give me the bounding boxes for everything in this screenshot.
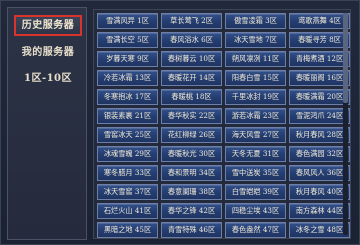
server-button[interactable]: 青雪特殊 46区 — [161, 222, 222, 238]
server-button[interactable]: 冰冬之雪 48区 — [289, 222, 350, 238]
server-button[interactable]: 草长莺飞 2区 — [161, 13, 222, 29]
server-list-scrollbar[interactable] — [343, 13, 348, 235]
server-button[interactable]: 朔风凛冽 11区 — [225, 51, 286, 67]
server-button[interactable]: 春风风人 36区 — [289, 165, 350, 181]
server-button[interactable]: 白雪皑皑 39区 — [225, 184, 286, 200]
server-button[interactable]: 春色盎然 47区 — [225, 222, 286, 238]
server-button[interactable]: 四稳尘埃 43区 — [225, 203, 286, 219]
server-button[interactable]: 冷若冰霜 13区 — [97, 70, 158, 86]
server-button[interactable]: 秋月春风 40区 — [289, 184, 350, 200]
scrollbar-thumb[interactable] — [343, 13, 348, 103]
server-button[interactable]: 银装素裹 21区 — [97, 108, 158, 124]
server-button[interactable]: 冰魂雪魄 29区 — [97, 146, 158, 162]
server-button[interactable]: 南方森林 44区 — [289, 203, 350, 219]
sidebar-item-my-servers[interactable]: 我的服务器 — [14, 42, 82, 63]
server-button[interactable]: 春暖寻芳 8区 — [289, 32, 350, 48]
server-button[interactable]: 雪满风异 1区 — [97, 13, 158, 29]
server-button[interactable]: 雪泥鸿爪 24区 — [289, 108, 350, 124]
server-button[interactable]: 海天风雪 27区 — [225, 127, 286, 143]
server-button[interactable]: 花红柳绿 26区 — [161, 127, 222, 143]
server-category-sidebar: 历史服务器 我的服务器 1区-10区 — [7, 7, 87, 240]
server-button[interactable]: 岁暮天寒 9区 — [97, 51, 158, 67]
sidebar-item-history[interactable]: 历史服务器 — [14, 15, 82, 36]
server-list-panel: 雪满风异 1区 草长莺飞 2区 傲雪凌霜 3区 鸢歌燕舞 4区雪满长空 5区 春风浴水 … — [93, 9, 351, 239]
server-button[interactable]: 春风浴水 6区 — [161, 32, 222, 48]
server-button[interactable]: 寒冬腊月 33区 — [97, 165, 158, 181]
server-button[interactable]: 雪满长空 5区 — [97, 32, 158, 48]
server-button[interactable]: 春暖满霜 20区 — [289, 89, 350, 105]
server-button[interactable]: 鸢歌燕舞 4区 — [289, 13, 350, 29]
server-button[interactable]: 雪窖冰天 25区 — [97, 127, 158, 143]
server-button[interactable]: 冰天雪窖 37区 — [97, 184, 158, 200]
server-button[interactable]: 春暖丽阁 16区 — [289, 70, 350, 86]
sidebar-item-zone-1-10[interactable]: 1区-10区 — [14, 68, 82, 89]
server-button[interactable]: 冬寒抱冰 17区 — [97, 89, 158, 105]
server-button[interactable]: 春树暮云 10区 — [161, 51, 222, 67]
server-button[interactable]: 春华秋实 22区 — [161, 108, 222, 124]
server-button[interactable]: 春暖秋光 30区 — [161, 146, 222, 162]
server-button[interactable]: 春意阑珊 38区 — [161, 184, 222, 200]
server-button[interactable]: 雪中送炭 35区 — [225, 165, 286, 181]
server-button[interactable]: 秋月春风 28区 — [289, 127, 350, 143]
server-button[interactable]: 千里冰封 19区 — [225, 89, 286, 105]
server-button[interactable]: 春暖花开 14区 — [161, 70, 222, 86]
server-button[interactable]: 春色满园 32区 — [289, 146, 350, 162]
server-grid: 雪满风异 1区 草长莺飞 2区 傲雪凌霜 3区 鸢歌燕舞 4区雪满长空 5区 春风浴水 … — [97, 13, 350, 238]
server-button[interactable]: 青梅煮酒 12区 — [289, 51, 350, 67]
server-button[interactable]: 春和景明 34区 — [161, 165, 222, 181]
server-button[interactable]: 游若冰霜 23区 — [225, 108, 286, 124]
server-button[interactable]: 天冬无夏 31区 — [225, 146, 286, 162]
server-button[interactable]: 春华之锋 42区 — [161, 203, 222, 219]
server-button[interactable]: 傲雪凌霜 3区 — [225, 13, 286, 29]
server-select-window: 历史服务器 我的服务器 1区-10区 雪满风异 1区 草长莺飞 2区 傲雪凌霜 3区… — [0, 0, 360, 245]
server-button[interactable]: 冰天雪地 7区 — [225, 32, 286, 48]
server-button[interactable]: 春暖桃 18区 — [161, 89, 222, 105]
server-button[interactable]: 黑暗之地 45区 — [97, 222, 158, 238]
server-button[interactable]: 阳春白雪 15区 — [225, 70, 286, 86]
server-button[interactable]: 石烂火山 41区 — [97, 203, 158, 219]
